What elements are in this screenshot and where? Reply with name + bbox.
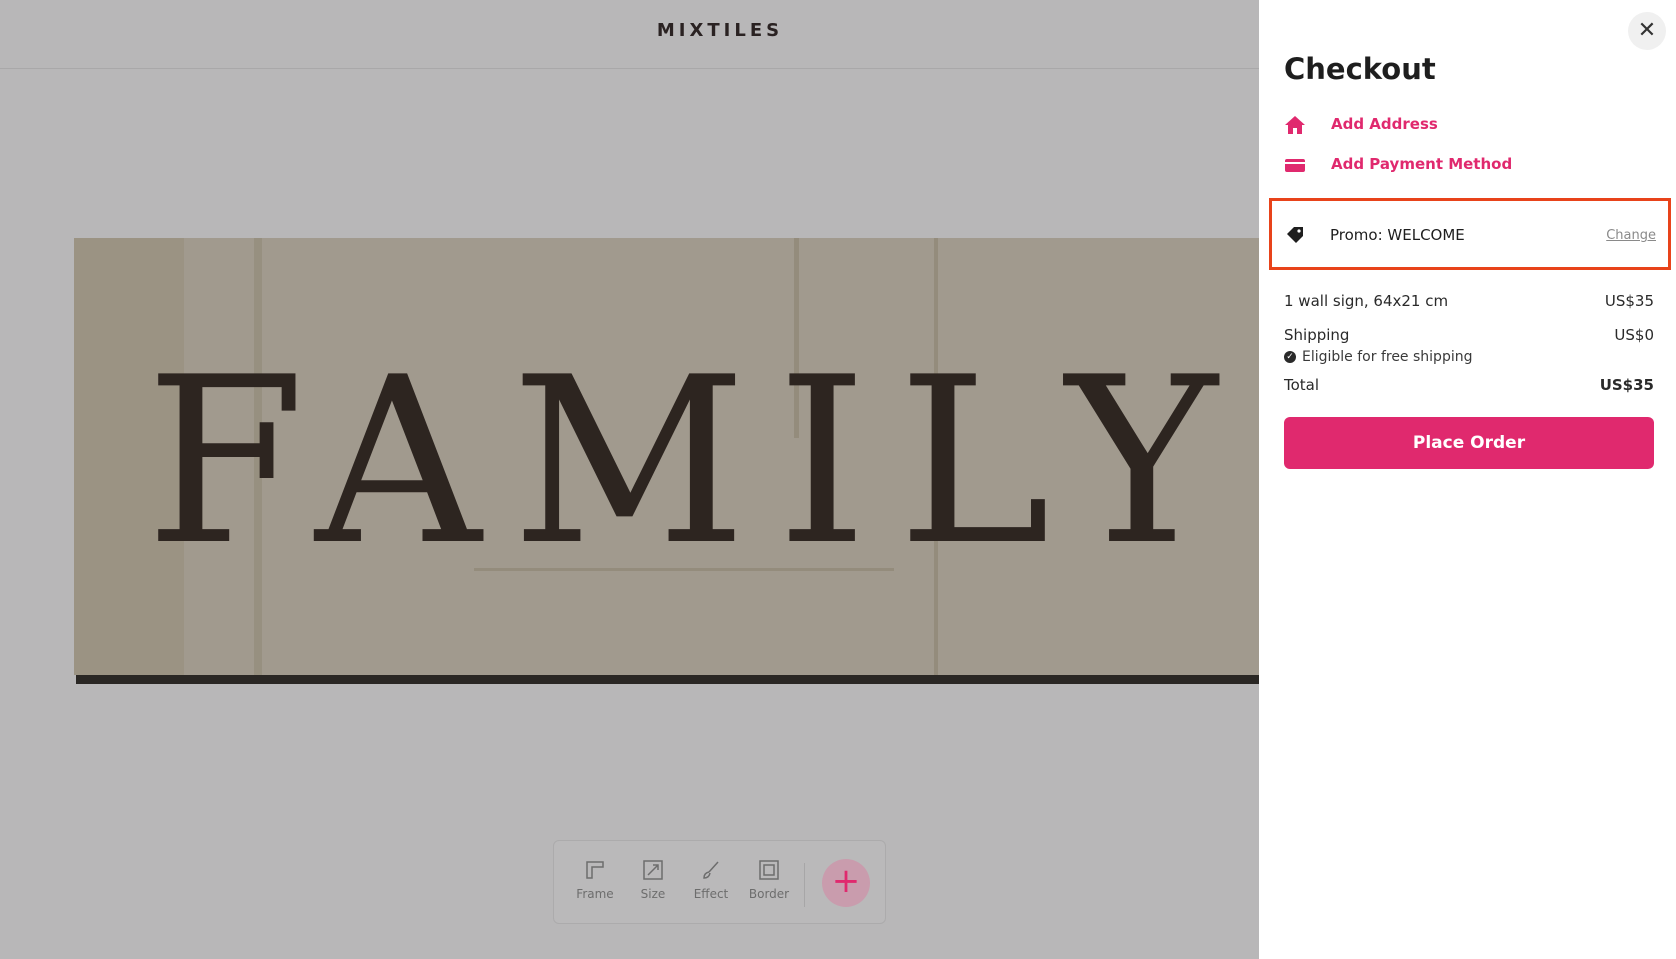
item-line: 1 wall sign, 64x21 cm US$35 bbox=[1284, 292, 1654, 310]
item-price: US$35 bbox=[1604, 292, 1654, 310]
tool-label: Border bbox=[748, 887, 790, 901]
total-price: US$35 bbox=[1599, 376, 1654, 394]
add-address-link[interactable]: Add Address bbox=[1284, 113, 1654, 137]
promo-row: Promo: WELCOME Change bbox=[1269, 198, 1671, 270]
add-payment-link[interactable]: Add Payment Method bbox=[1284, 153, 1654, 177]
home-icon bbox=[1285, 116, 1305, 134]
frame-icon bbox=[586, 861, 604, 879]
tag-icon bbox=[1287, 227, 1303, 243]
tool-border[interactable]: Border bbox=[740, 859, 798, 901]
add-payment-label: Add Payment Method bbox=[1331, 155, 1513, 173]
total-label: Total bbox=[1284, 376, 1320, 394]
border-icon bbox=[759, 860, 779, 880]
brush-icon bbox=[703, 861, 719, 879]
total-line: Total US$35 bbox=[1284, 376, 1654, 394]
item-label: 1 wall sign, 64x21 cm bbox=[1284, 292, 1449, 310]
tool-frame[interactable]: Frame bbox=[566, 859, 624, 901]
logo: MIXTILES bbox=[656, 20, 784, 41]
tool-label: Effect bbox=[693, 887, 729, 901]
tool-label: Frame bbox=[576, 887, 614, 901]
sign-edge bbox=[76, 675, 1259, 684]
tool-label: Size bbox=[640, 887, 666, 901]
shipping-line: Shipping US$0 bbox=[1284, 326, 1654, 344]
tool-effect[interactable]: Effect bbox=[682, 859, 740, 901]
place-order-button[interactable]: Place Order bbox=[1284, 417, 1654, 469]
resize-icon bbox=[643, 860, 663, 880]
tool-size[interactable]: Size bbox=[624, 859, 682, 901]
free-shipping-note: ✓ Eligible for free shipping bbox=[1284, 349, 1472, 365]
toolbar-divider bbox=[804, 863, 805, 907]
wall-sign-preview[interactable]: FAMILY bbox=[74, 238, 1259, 675]
top-bar: MIXTILES bbox=[0, 0, 1259, 69]
change-promo-link[interactable]: Change bbox=[1606, 228, 1656, 243]
add-address-label: Add Address bbox=[1331, 115, 1438, 133]
credit-card-icon bbox=[1285, 159, 1305, 172]
editor-area: MIXTILES FAMILY Frame Size Effect Border… bbox=[0, 0, 1259, 959]
free-shipping-text: Eligible for free shipping bbox=[1302, 349, 1473, 365]
checkout-panel: ✕ Checkout Add Address Add Payment Metho… bbox=[1259, 0, 1676, 959]
shipping-price: US$0 bbox=[1614, 326, 1654, 344]
promo-label: Promo: WELCOME bbox=[1330, 226, 1465, 244]
edit-toolbar: Frame Size Effect Border + bbox=[553, 840, 886, 924]
check-icon: ✓ bbox=[1284, 351, 1296, 363]
add-button[interactable]: + bbox=[822, 859, 870, 907]
checkout-title: Checkout bbox=[1284, 52, 1436, 86]
sign-text: FAMILY bbox=[145, 329, 1248, 596]
shipping-label: Shipping bbox=[1284, 326, 1350, 344]
close-button[interactable]: ✕ bbox=[1628, 12, 1666, 50]
